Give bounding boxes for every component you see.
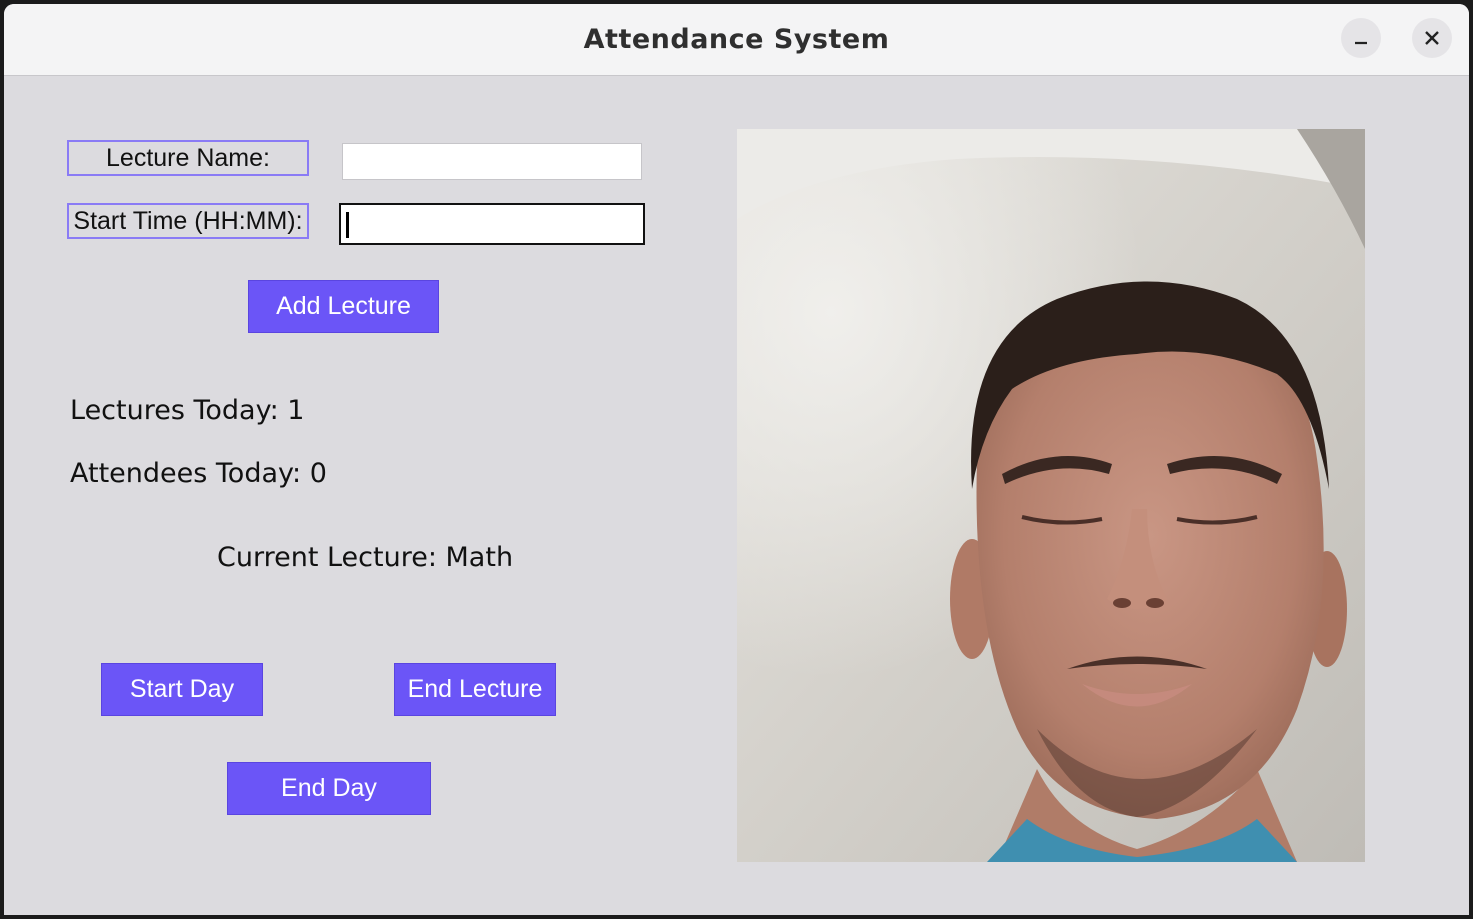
close-icon <box>1425 31 1439 45</box>
app-window: Attendance System Lecture Name: Start Ti… <box>4 4 1469 915</box>
end-lecture-button[interactable]: End Lecture <box>394 663 556 716</box>
start-time-label: Start Time (HH:MM): <box>67 203 309 239</box>
attendees-today-text: Attendees Today: 0 <box>70 458 327 489</box>
camera-feed <box>737 129 1365 862</box>
add-lecture-button[interactable]: Add Lecture <box>248 280 439 333</box>
lectures-today-text: Lectures Today: 1 <box>70 395 305 426</box>
current-lecture-text: Current Lecture: Math <box>217 542 514 573</box>
lecture-name-label: Lecture Name: <box>67 140 309 176</box>
window-title: Attendance System <box>583 24 890 55</box>
end-day-button[interactable]: End Day <box>227 762 431 815</box>
title-bar[interactable]: Attendance System <box>4 4 1469 76</box>
start-day-button[interactable]: Start Day <box>101 663 263 716</box>
start-time-input[interactable] <box>339 203 645 245</box>
minimize-button[interactable] <box>1341 18 1381 58</box>
lecture-name-input[interactable] <box>342 143 642 180</box>
text-cursor <box>346 212 349 238</box>
camera-frame-image <box>737 129 1365 862</box>
close-button[interactable] <box>1412 18 1452 58</box>
minimize-icon <box>1355 41 1367 45</box>
